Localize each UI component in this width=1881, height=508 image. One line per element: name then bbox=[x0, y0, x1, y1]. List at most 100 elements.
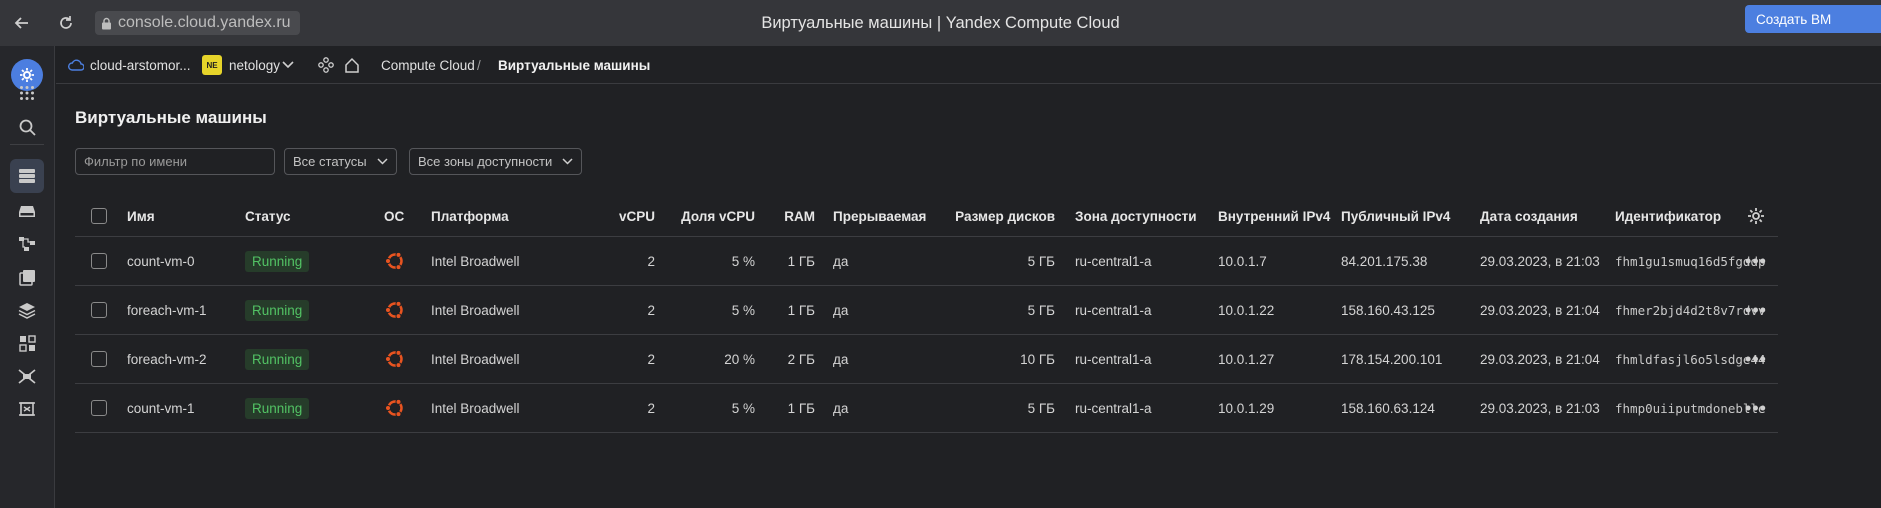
row-checkbox-cell bbox=[91, 335, 109, 383]
chevron-down-icon[interactable] bbox=[282, 46, 294, 84]
status-cell: Running bbox=[245, 286, 310, 334]
preemptible: да bbox=[833, 400, 849, 416]
zone: ru-central1-a bbox=[1075, 351, 1152, 367]
status-filter-value: Все статусы bbox=[293, 154, 367, 169]
name-filter-input[interactable]: Фильтр по имени bbox=[75, 148, 275, 175]
col-preemptible[interactable]: Прерываемая bbox=[833, 196, 926, 236]
url-text: console.cloud.yandex.ru bbox=[118, 14, 291, 31]
more-actions-icon[interactable]: ••• bbox=[1741, 237, 1771, 285]
created-date: 29.03.2023, в 21:03 bbox=[1480, 400, 1600, 416]
created-date: 29.03.2023, в 21:04 bbox=[1480, 351, 1600, 367]
col-name[interactable]: Имя bbox=[127, 196, 155, 236]
chevron-down-icon bbox=[562, 158, 573, 165]
cloud-icon bbox=[68, 46, 84, 84]
services-icon[interactable] bbox=[318, 46, 334, 84]
disk-icon[interactable] bbox=[10, 194, 44, 228]
vcpu: 2 bbox=[647, 302, 655, 318]
rail-divider bbox=[10, 144, 44, 145]
zone: ru-central1-a bbox=[1075, 253, 1152, 269]
images-layers-icon[interactable] bbox=[10, 293, 44, 327]
table-row[interactable]: foreach-vm-2 Running Intel Broadwell 2 2… bbox=[75, 335, 1778, 384]
more-actions-icon[interactable]: ••• bbox=[1741, 335, 1771, 383]
placement-groups-icon[interactable] bbox=[10, 326, 44, 360]
vm-name[interactable]: foreach-vm-1 bbox=[127, 286, 207, 334]
folder-badge: NE bbox=[202, 55, 222, 75]
vcpu: 2 bbox=[647, 351, 655, 367]
more-actions-icon[interactable]: ••• bbox=[1741, 286, 1771, 334]
col-vcpu[interactable]: vCPU bbox=[555, 196, 655, 236]
folder-selector[interactable]: netology bbox=[229, 46, 280, 84]
ram: 1 ГБ bbox=[787, 400, 815, 416]
apps-grid-icon[interactable] bbox=[10, 76, 44, 110]
status-badge: Running bbox=[245, 299, 310, 321]
platform: Intel Broadwell bbox=[431, 351, 520, 367]
zone-filter-value: Все зоны доступности bbox=[418, 154, 553, 169]
col-zone[interactable]: Зона доступности bbox=[1075, 196, 1197, 236]
table-row[interactable]: count-vm-1 Running Intel Broadwell 2 5 %… bbox=[75, 384, 1778, 433]
disk-size: 5 ГБ bbox=[1027, 253, 1055, 269]
chevron-down-icon bbox=[377, 158, 388, 165]
columns-settings-gear-icon[interactable] bbox=[1741, 196, 1771, 236]
vm-list-icon[interactable] bbox=[10, 159, 44, 193]
search-icon[interactable] bbox=[10, 110, 44, 144]
lock-icon bbox=[102, 17, 111, 29]
vm-name[interactable]: count-vm-0 bbox=[127, 237, 195, 285]
cloud-selector[interactable]: cloud-arstomor... bbox=[90, 46, 191, 84]
row-checkbox[interactable] bbox=[91, 253, 107, 269]
col-internal-ip[interactable]: Внутренний IPv4 bbox=[1218, 196, 1330, 236]
disk-size: 5 ГБ bbox=[1027, 400, 1055, 416]
created-date: 29.03.2023, в 21:04 bbox=[1480, 302, 1600, 318]
internal-ip: 10.0.1.29 bbox=[1218, 400, 1275, 416]
breadcrumb-separator: / bbox=[477, 57, 481, 73]
status-badge: Running bbox=[245, 397, 310, 419]
instance-group-icon[interactable] bbox=[10, 227, 44, 261]
name-filter-placeholder: Фильтр по имени bbox=[84, 154, 188, 169]
internal-ip: 10.0.1.27 bbox=[1218, 351, 1275, 367]
page-title: Виртуальные машины bbox=[75, 108, 267, 127]
col-id[interactable]: Идентификатор bbox=[1615, 196, 1721, 236]
col-created[interactable]: Дата создания bbox=[1480, 196, 1578, 236]
preemptible: да bbox=[833, 302, 849, 318]
snapshots-icon[interactable] bbox=[10, 260, 44, 294]
vm-name[interactable]: count-vm-1 bbox=[127, 384, 195, 432]
dedicated-host-icon[interactable] bbox=[10, 392, 44, 426]
col-disk-size[interactable]: Размер дисков bbox=[955, 196, 1055, 236]
vm-table: Имя Статус ОС Платформа vCPU Доля vCPU R… bbox=[75, 196, 1778, 433]
ram: 2 ГБ bbox=[787, 351, 815, 367]
status-cell: Running bbox=[245, 384, 310, 432]
status-cell: Running bbox=[245, 237, 310, 285]
row-checkbox[interactable] bbox=[91, 302, 107, 318]
select-all-checkbox[interactable] bbox=[91, 208, 107, 224]
status-cell: Running bbox=[245, 335, 310, 383]
breadcrumb-compute-cloud[interactable]: Compute Cloud bbox=[381, 46, 475, 84]
internal-ip: 10.0.1.7 bbox=[1218, 253, 1267, 269]
public-ip: 178.154.200.101 bbox=[1341, 351, 1443, 367]
address-bar[interactable]: console.cloud.yandex.ru bbox=[95, 11, 300, 35]
vm-name[interactable]: foreach-vm-2 bbox=[127, 335, 207, 383]
status-filter-select[interactable]: Все статусы bbox=[284, 148, 397, 175]
create-vm-button[interactable]: Создать ВМ bbox=[1745, 5, 1881, 33]
platform: Intel Broadwell bbox=[431, 400, 520, 416]
col-platform[interactable]: Платформа bbox=[431, 196, 509, 236]
table-header: Имя Статус ОС Платформа vCPU Доля vCPU R… bbox=[75, 196, 1778, 237]
col-ram[interactable]: RAM bbox=[715, 196, 815, 236]
reload-icon[interactable] bbox=[52, 9, 80, 37]
zone-filter-select[interactable]: Все зоны доступности bbox=[409, 148, 582, 175]
created-date: 29.03.2023, в 21:03 bbox=[1480, 253, 1600, 269]
table-row[interactable]: count-vm-0 Running Intel Broadwell 2 5 %… bbox=[75, 237, 1778, 286]
row-checkbox[interactable] bbox=[91, 351, 107, 367]
table-row[interactable]: foreach-vm-1 Running Intel Broadwell 2 5… bbox=[75, 286, 1778, 335]
home-icon[interactable] bbox=[344, 46, 360, 84]
more-actions-icon[interactable]: ••• bbox=[1741, 384, 1771, 432]
preemptible: да bbox=[833, 351, 849, 367]
col-public-ip[interactable]: Публичный IPv4 bbox=[1341, 196, 1450, 236]
gpu-cluster-icon[interactable] bbox=[10, 359, 44, 393]
vcpu: 2 bbox=[647, 400, 655, 416]
platform: Intel Broadwell bbox=[431, 302, 520, 318]
col-status[interactable]: Статус bbox=[245, 196, 291, 236]
back-arrow-icon[interactable] bbox=[8, 9, 36, 37]
status-badge: Running bbox=[245, 348, 310, 370]
ubuntu-icon bbox=[384, 335, 406, 383]
col-os[interactable]: ОС bbox=[384, 196, 404, 236]
row-checkbox[interactable] bbox=[91, 400, 107, 416]
